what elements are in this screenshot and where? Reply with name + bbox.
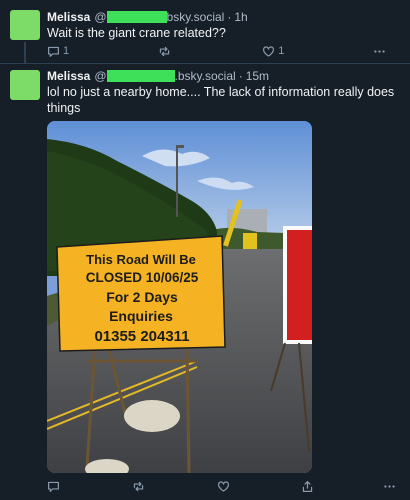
- more-icon: [384, 484, 395, 488]
- handle-suffix: .bsky.social: [174, 69, 236, 83]
- sign-line-2: CLOSED 10/06/25: [86, 270, 199, 285]
- reply-icon: [48, 46, 59, 57]
- post-2[interactable]: Melissa @ .bsky.social · 15m lol no just…: [0, 64, 410, 500]
- post-actions: 1 1: [47, 44, 396, 58]
- reply-count: 1: [63, 45, 70, 57]
- avatar[interactable]: [10, 10, 40, 40]
- more-icon: [374, 49, 385, 53]
- share-button[interactable]: [301, 480, 314, 493]
- post-image[interactable]: This Road Will Be CLOSED 10/06/25 For 2 …: [47, 121, 312, 473]
- separator: ·: [238, 69, 243, 83]
- thread-line: [24, 42, 26, 64]
- post-actions: [47, 479, 396, 493]
- handle-prefix: @: [94, 69, 107, 83]
- post-header: Melissa @ .bsky.social · 15m: [47, 68, 400, 84]
- repost-button[interactable]: [158, 45, 174, 58]
- handle-suffix: bsky.social: [166, 10, 225, 24]
- sign-line-5: 01355 204311: [94, 328, 189, 345]
- reply-button[interactable]: [47, 480, 63, 493]
- avatar[interactable]: [10, 70, 40, 100]
- more-button[interactable]: [383, 480, 396, 493]
- like-count: 1: [278, 45, 285, 57]
- sign-line-1: This Road Will Be: [86, 252, 196, 267]
- road-closure-sign: This Road Will Be CLOSED 10/06/25 For 2 …: [56, 235, 226, 352]
- repost-icon: [159, 46, 169, 56]
- like-button[interactable]: 1: [262, 45, 284, 58]
- like-button[interactable]: [217, 480, 233, 493]
- repost-button[interactable]: [132, 480, 148, 493]
- handle-redaction: [106, 70, 175, 82]
- sign-line-3: For 2 Days: [106, 289, 178, 305]
- post-text: Wait is the giant crane related??: [47, 26, 226, 40]
- author-name[interactable]: Melissa: [47, 68, 90, 84]
- post-time[interactable]: 15m: [246, 68, 269, 84]
- more-button[interactable]: [373, 45, 386, 58]
- repost-icon: [133, 481, 143, 491]
- author-name[interactable]: Melissa: [47, 9, 90, 25]
- sign-line-4: Enquiries: [109, 308, 173, 324]
- like-icon: [217, 480, 229, 492]
- reply-icon: [48, 481, 59, 492]
- reply-button[interactable]: 1: [47, 45, 69, 58]
- post-1[interactable]: Melissa @ bsky.social · 1h Wait is the g…: [0, 0, 410, 64]
- share-icon: [303, 480, 313, 492]
- like-icon: [263, 45, 275, 57]
- post-header: Melissa @ bsky.social · 1h: [47, 9, 400, 25]
- separator: ·: [227, 10, 232, 24]
- post-time[interactable]: 1h: [234, 9, 247, 25]
- handle-redaction: [106, 11, 167, 23]
- handle-prefix: @: [94, 10, 107, 24]
- post-text: lol no just a nearby home.... The lack o…: [47, 85, 395, 115]
